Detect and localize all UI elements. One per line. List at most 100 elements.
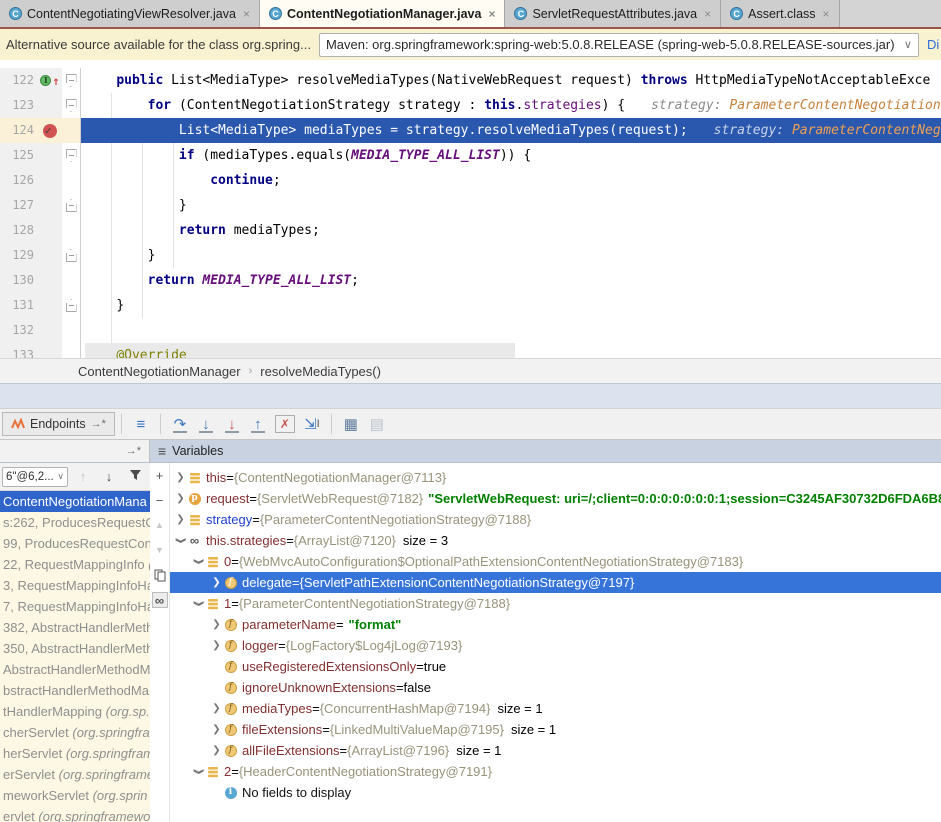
- override-marker-icon[interactable]: I↑: [40, 75, 59, 86]
- add-watch-button[interactable]: +: [152, 467, 168, 483]
- fold-marker-icon[interactable]: [66, 249, 77, 262]
- code-line[interactable]: 127 }: [0, 193, 941, 218]
- remove-watch-button[interactable]: −: [152, 492, 168, 508]
- thread-selector[interactable]: 6"@6,2... ∨: [2, 467, 68, 487]
- frame-row[interactable]: s:262, ProducesRequestCo: [0, 512, 150, 533]
- step-over-button[interactable]: ↷: [167, 412, 193, 436]
- frame-row[interactable]: 22, RequestMappingInfo (: [0, 554, 150, 575]
- expand-arrow-icon[interactable]: ❯: [210, 719, 223, 740]
- force-step-into-button[interactable]: ↓: [219, 412, 245, 436]
- code-line[interactable]: 126 continue;: [0, 168, 941, 193]
- variables-row[interactable]: ❱0 = {WebMvcAutoConfiguration$OptionalPa…: [170, 551, 941, 572]
- drop-frame-button[interactable]: ✗: [275, 415, 295, 433]
- expand-arrow-icon[interactable]: ❯: [174, 488, 187, 509]
- variables-row[interactable]: ❯fmediaTypes = {ConcurrentHashMap@7194}s…: [170, 698, 941, 719]
- frame-row[interactable]: 99, ProducesRequestCond: [0, 533, 150, 554]
- fold-marker-icon[interactable]: [66, 199, 77, 212]
- editor-tab[interactable]: CAssert.class×: [721, 0, 839, 27]
- code-line[interactable]: 122I↑ public List<MediaType> resolveMedi…: [0, 68, 941, 93]
- breakpoint-icon[interactable]: [43, 124, 57, 138]
- frame-row[interactable]: cherServlet (org.springfra.: [0, 722, 150, 743]
- breadcrumb-method[interactable]: resolveMediaTypes(): [260, 364, 381, 379]
- variables-row[interactable]: ❱2 = {HeaderContentNegotiationStrategy@7…: [170, 761, 941, 782]
- variables-row[interactable]: ❯this = {ContentNegotiationManager@7113}: [170, 467, 941, 488]
- code-line[interactable]: 129 }: [0, 243, 941, 268]
- editor-tab[interactable]: CContentNegotiatingViewResolver.java×: [0, 0, 260, 27]
- expand-arrow-icon[interactable]: ❯: [210, 698, 223, 719]
- variables-row[interactable]: ❯flogger = {LogFactory$Log4jLog@7193}: [170, 635, 941, 656]
- fold-marker-icon[interactable]: [66, 149, 77, 162]
- expand-arrow-icon[interactable]: ❱: [188, 597, 209, 610]
- frame-row[interactable]: 7, RequestMappingInfoHa: [0, 596, 150, 617]
- notification-link[interactable]: Di: [927, 37, 939, 52]
- expand-arrow-icon[interactable]: ❱: [170, 534, 191, 547]
- fold-marker-icon[interactable]: [66, 299, 77, 312]
- variables-row[interactable]: ❱∞this.strategies = {ArrayList@7120}size…: [170, 530, 941, 551]
- variables-row[interactable]: fignoreUnknownExtensions = false: [170, 677, 941, 698]
- editor-tab[interactable]: CServletRequestAttributes.java×: [505, 0, 721, 27]
- fold-marker-icon[interactable]: [66, 74, 77, 87]
- code-editor[interactable]: 122I↑ public List<MediaType> resolveMedi…: [0, 60, 941, 358]
- expand-arrow-icon[interactable]: ❯: [210, 614, 223, 635]
- frame-row[interactable]: bstractHandlerMethodMa: [0, 680, 150, 701]
- code-line[interactable]: 123 for (ContentNegotiationStrategy stra…: [0, 93, 941, 118]
- variables-row[interactable]: ❯fdelegate = {ServletPathExtensionConten…: [170, 572, 941, 593]
- frame-row[interactable]: AbstractHandlerMethodM: [0, 659, 150, 680]
- frame-row[interactable]: 350, AbstractHandlerMetho: [0, 638, 150, 659]
- layout-settings-button[interactable]: ▤: [364, 412, 390, 436]
- menu-icon[interactable]: ≡: [158, 446, 166, 456]
- evaluate-expression-button[interactable]: ▦: [338, 412, 364, 436]
- expand-arrow-icon[interactable]: ❱: [188, 765, 209, 778]
- variables-row[interactable]: ❯fparameterName = "format": [170, 614, 941, 635]
- expand-arrow-icon[interactable]: ❯: [210, 635, 223, 656]
- code-line[interactable]: 130 return MEDIA_TYPE_ALL_LIST;: [0, 268, 941, 293]
- code-line[interactable]: 124 List<MediaType> mediaTypes = strateg…: [0, 118, 941, 143]
- expand-arrow-icon[interactable]: ❯: [210, 572, 223, 593]
- code-line[interactable]: 125 if (mediaTypes.equals(MEDIA_TYPE_ALL…: [0, 143, 941, 168]
- frame-row[interactable]: meworkServlet (org.sprin: [0, 785, 150, 806]
- variables-row[interactable]: fuseRegisteredExtensionsOnly = true: [170, 656, 941, 677]
- show-execution-point-button[interactable]: ≡: [128, 412, 154, 436]
- step-out-button[interactable]: ↑: [245, 412, 271, 436]
- expand-arrow-icon[interactable]: ❱: [188, 555, 209, 568]
- show-watches-button[interactable]: ∞: [152, 592, 168, 608]
- variables-row[interactable]: ❯ffileExtensions = {LinkedMultiValueMap@…: [170, 719, 941, 740]
- frame-row[interactable]: tHandlerMapping (org.sp.: [0, 701, 150, 722]
- breadcrumb-class[interactable]: ContentNegotiationManager: [78, 364, 241, 379]
- step-into-button[interactable]: ↓: [193, 412, 219, 436]
- expand-arrow-icon[interactable]: ❯: [174, 467, 187, 488]
- expand-arrow-icon[interactable]: ❯: [210, 740, 223, 761]
- close-icon[interactable]: ×: [704, 7, 711, 21]
- frame-row[interactable]: erServlet (org.springframe: [0, 764, 150, 785]
- frame-row[interactable]: ervlet (org.springframewo: [0, 806, 150, 822]
- filter-icon[interactable]: [124, 469, 146, 484]
- expand-arrow-icon[interactable]: ❯: [174, 509, 187, 530]
- close-icon[interactable]: ×: [243, 7, 250, 21]
- variables-row[interactable]: iNo fields to display: [170, 782, 941, 803]
- frame-row[interactable]: 382, AbstractHandlerMeth: [0, 617, 150, 638]
- variables-row[interactable]: ❱1 = {ParameterContentNegotiationStrateg…: [170, 593, 941, 614]
- frame-row[interactable]: 3, RequestMappingInfoHa: [0, 575, 150, 596]
- move-up-button[interactable]: ▲: [152, 517, 168, 533]
- code-line[interactable]: 128 return mediaTypes;: [0, 218, 941, 243]
- code-line[interactable]: 131 }: [0, 293, 941, 318]
- move-down-button[interactable]: ▼: [152, 542, 168, 558]
- copy-value-button[interactable]: [152, 567, 168, 583]
- editor-tab[interactable]: CContentNegotiationManager.java×: [260, 0, 506, 27]
- frame-row[interactable]: ContentNegotiationMana: [0, 491, 150, 512]
- variables-title: Variables: [172, 444, 223, 458]
- down-arrow-icon[interactable]: ↓: [98, 469, 120, 484]
- variables-row[interactable]: ❯strategy = {ParameterContentNegotiation…: [170, 509, 941, 530]
- run-to-cursor-button[interactable]: ⇲I: [299, 412, 325, 436]
- code-line[interactable]: 132: [0, 318, 941, 343]
- source-jar-selector[interactable]: Maven: org.springframework:spring-web:5.…: [319, 33, 919, 57]
- endpoints-tab[interactable]: Endpoints →*: [2, 412, 115, 436]
- code-line[interactable]: 133 @Override: [0, 343, 941, 358]
- close-icon[interactable]: ×: [488, 7, 495, 21]
- close-icon[interactable]: ×: [823, 7, 830, 21]
- variables-row[interactable]: ❯prequest = {ServletWebRequest@7182}"Ser…: [170, 488, 941, 509]
- frame-row[interactable]: herServlet (org.springfram: [0, 743, 150, 764]
- variables-row[interactable]: ❯fallFileExtensions = {ArrayList@7196}si…: [170, 740, 941, 761]
- up-arrow-icon[interactable]: ↑: [72, 469, 94, 484]
- fold-marker-icon[interactable]: [66, 99, 77, 112]
